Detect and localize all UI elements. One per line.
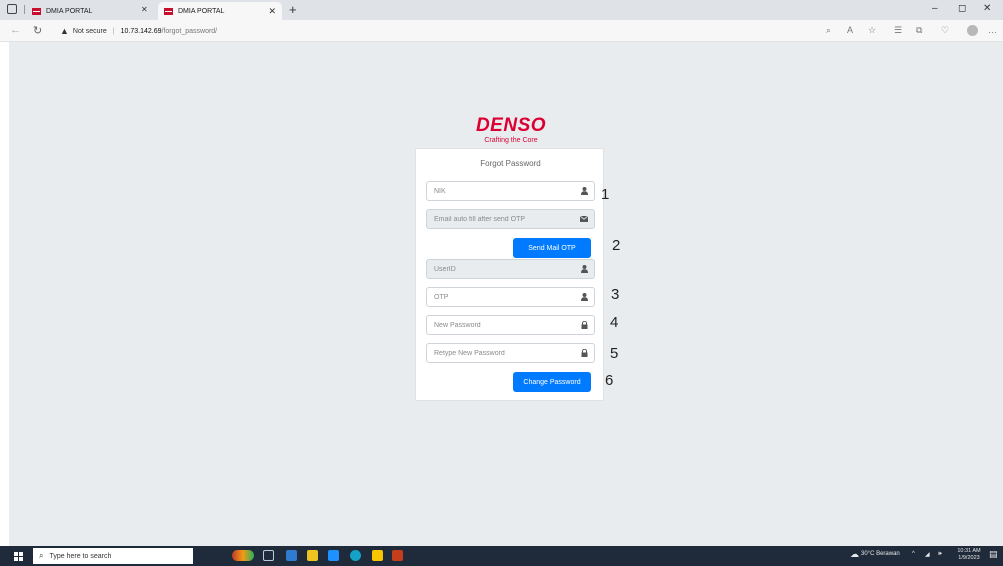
file-explorer-icon[interactable] [307,550,318,561]
new-tab-button[interactable]: + [289,2,297,17]
forgot-password-card: Forgot Password Send Mail OTP [415,148,604,401]
favorites-icon[interactable]: ☆ [868,25,876,36]
user-icon [574,260,594,278]
denso-logo: DENSO Crafting the Core [466,116,556,145]
favicon-icon [164,7,173,15]
browser-tab-2[interactable]: DMIA PORTAL ✕ [158,2,282,20]
lock-icon [574,316,594,334]
browser-tab-bar: DMIA PORTAL DMIA PORTAL ✕ ✕ + – ◻ ✕ [0,0,1003,20]
tab-close-icon[interactable]: ✕ [268,6,276,17]
annotation-number: 6 [605,372,614,389]
change-password-button[interactable]: Change Password [513,372,591,392]
tab-close-icon[interactable]: ✕ [141,5,148,14]
search-icon: ⌕ [39,551,44,560]
mail-app-icon[interactable] [328,550,339,561]
annotation-number: 4 [610,314,619,331]
url-divider: | [112,27,115,35]
email-field [426,209,595,229]
edge-browser-icon[interactable] [350,550,361,561]
nik-field[interactable] [426,181,595,201]
retype-password-input[interactable] [427,344,574,362]
logo-tagline: Crafting the Core [484,137,538,144]
favicon-icon [32,7,41,15]
news-widget-icon[interactable] [232,550,254,561]
browser-tab-1[interactable]: DMIA PORTAL [26,2,156,20]
annotation-number: 1 [601,186,610,203]
warning-icon: ▲ [60,26,69,36]
taskbar-search-placeholder: Type here to search [49,552,112,560]
powerpoint-icon[interactable] [392,550,403,561]
windows-taskbar: ⌕ Type here to search ☁ 30°C Berawan ^ ◢… [0,546,1003,566]
retype-password-field[interactable] [426,343,595,363]
url-path: /forgot_password/ [161,27,218,35]
tab-actions-icon[interactable] [7,4,17,14]
refresh-icon[interactable]: ↻ [33,24,42,37]
tab-separator [24,5,25,14]
user-icon [574,288,594,306]
taskbar-search[interactable]: ⌕ Type here to search [33,548,193,564]
new-password-field[interactable] [426,315,595,335]
send-mail-otp-button[interactable]: Send Mail OTP [513,238,591,258]
clock-time: 10:31 AM [957,548,981,554]
annotation-number: 3 [611,286,620,303]
weather-text[interactable]: 30°C Berawan [861,551,900,557]
sticky-notes-icon[interactable] [372,550,383,561]
calendar-app-icon[interactable] [286,550,297,561]
tray-chevron-icon[interactable]: ^ [912,551,915,557]
lock-icon [574,344,594,362]
email-input [427,210,574,228]
favorites-bar-icon[interactable]: ☰ [894,25,902,36]
new-password-input[interactable] [427,316,574,334]
tab-label: DMIA PORTAL [46,7,93,15]
userid-field [426,259,595,279]
network-icon[interactable]: ◢ [925,551,930,558]
weather-icon: ☁ [850,549,859,559]
volume-icon[interactable]: 🕪 [938,551,942,558]
url-field[interactable]: ▲ Not secure | 10.73.142.69 /forgot_pass… [60,23,217,39]
security-label: Not secure [72,27,107,35]
browser-essentials-icon[interactable]: ♡ [941,25,949,36]
read-aloud-icon[interactable]: A [847,25,853,35]
annotation-number: 5 [610,345,619,362]
back-arrow-icon[interactable]: ← [10,24,21,36]
user-icon [574,182,594,200]
taskbar-clock[interactable]: 10:31 AM 1/9/2023 [955,548,983,562]
logo-brand: DENSO [475,115,547,136]
otp-input[interactable] [427,288,574,306]
windows-start-icon[interactable] [14,552,23,561]
profile-icon[interactable] [967,25,978,36]
tab-label: DMIA PORTAL [178,7,225,15]
otp-field[interactable] [426,287,595,307]
card-title: Forgot Password [480,159,541,168]
nik-input[interactable] [427,182,574,200]
annotation-number: 2 [612,237,621,254]
more-icon[interactable]: … [988,25,997,35]
notifications-icon[interactable]: ▤ [989,549,998,560]
address-bar: ← ↻ ▲ Not secure | 10.73.142.69 /forgot_… [0,20,1003,42]
minimize-button[interactable]: – [932,3,938,14]
userid-input [427,260,574,278]
clock-date: 1/9/2023 [958,555,980,561]
collections-icon[interactable]: ⧉ [916,25,922,36]
task-view-icon[interactable] [263,550,274,561]
close-window-button[interactable]: ✕ [983,3,991,14]
maximize-button[interactable]: ◻ [958,3,966,14]
url-host: 10.73.142.69 [120,27,162,35]
envelope-icon [574,210,594,228]
zoom-icon[interactable]: ⌕ [826,25,831,36]
